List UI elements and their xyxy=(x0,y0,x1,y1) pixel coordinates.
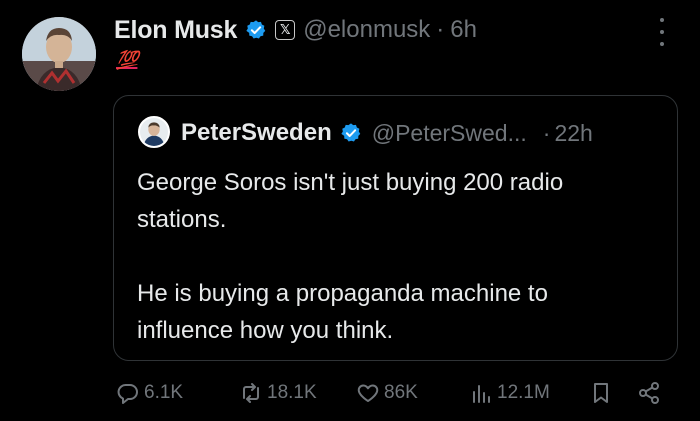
affiliation-badge-icon: 𝕏 xyxy=(275,20,296,40)
quoted-author-handle[interactable]: @PeterSwed... xyxy=(372,120,527,147)
views-button[interactable]: 12.1M xyxy=(469,376,550,410)
more-options-icon[interactable] xyxy=(655,18,669,46)
reply-icon xyxy=(117,384,138,404)
separator-dot: · xyxy=(436,16,445,43)
quoted-separator-dot: · xyxy=(542,119,551,146)
quoted-verified-icon xyxy=(341,123,360,142)
quoted-author-name[interactable]: PeterSweden xyxy=(181,119,332,147)
like-count: 86K xyxy=(384,382,418,403)
views-count: 12.1M xyxy=(497,382,550,403)
quoted-text-line: He is buying a propaganda machine to xyxy=(137,280,548,307)
share-icon xyxy=(639,382,659,404)
quoted-author-avatar xyxy=(138,116,170,148)
quoted-time[interactable]: 22h xyxy=(554,120,592,147)
quoted-header: PeterSweden @PeterSwed... · 22h xyxy=(181,116,593,150)
quoted-text: George Soros isn't just buying 200 radio… xyxy=(137,164,657,349)
views-icon xyxy=(473,385,490,403)
repost-button[interactable]: 18.1K xyxy=(239,376,317,410)
reply-count: 6.1K xyxy=(144,382,184,403)
heart-icon xyxy=(357,384,379,402)
bookmark-icon xyxy=(594,383,608,403)
author-name[interactable]: Elon Musk xyxy=(114,16,237,45)
action-bar: 6.1K 18.1K 86K 12.1M xyxy=(114,376,674,410)
author-avatar[interactable] xyxy=(22,17,96,91)
quoted-text-line: stations. xyxy=(137,206,227,233)
verified-icon xyxy=(246,20,266,39)
tweet-time[interactable]: 6h xyxy=(450,16,477,44)
quoted-text-line: George Soros isn't just buying 200 radio xyxy=(137,169,564,196)
repost-count: 18.1K xyxy=(267,382,317,403)
bookmark-button[interactable] xyxy=(589,376,613,410)
share-button[interactable] xyxy=(637,376,661,410)
reply-button[interactable]: 6.1K xyxy=(116,376,183,410)
tweet-text: 💯 xyxy=(116,50,138,70)
quoted-text-line: influence how you think. xyxy=(137,317,394,344)
tweet-header: Elon Musk 𝕏 @elonmusk · 6h xyxy=(114,14,477,46)
like-button[interactable]: 86K xyxy=(356,376,418,410)
quoted-avatar-image xyxy=(140,118,168,146)
repost-icon xyxy=(243,383,259,403)
avatar-image xyxy=(22,17,96,91)
quoted-tweet[interactable]: PeterSweden @PeterSwed... · 22h George S… xyxy=(113,95,678,361)
author-handle[interactable]: @elonmusk xyxy=(303,16,430,44)
